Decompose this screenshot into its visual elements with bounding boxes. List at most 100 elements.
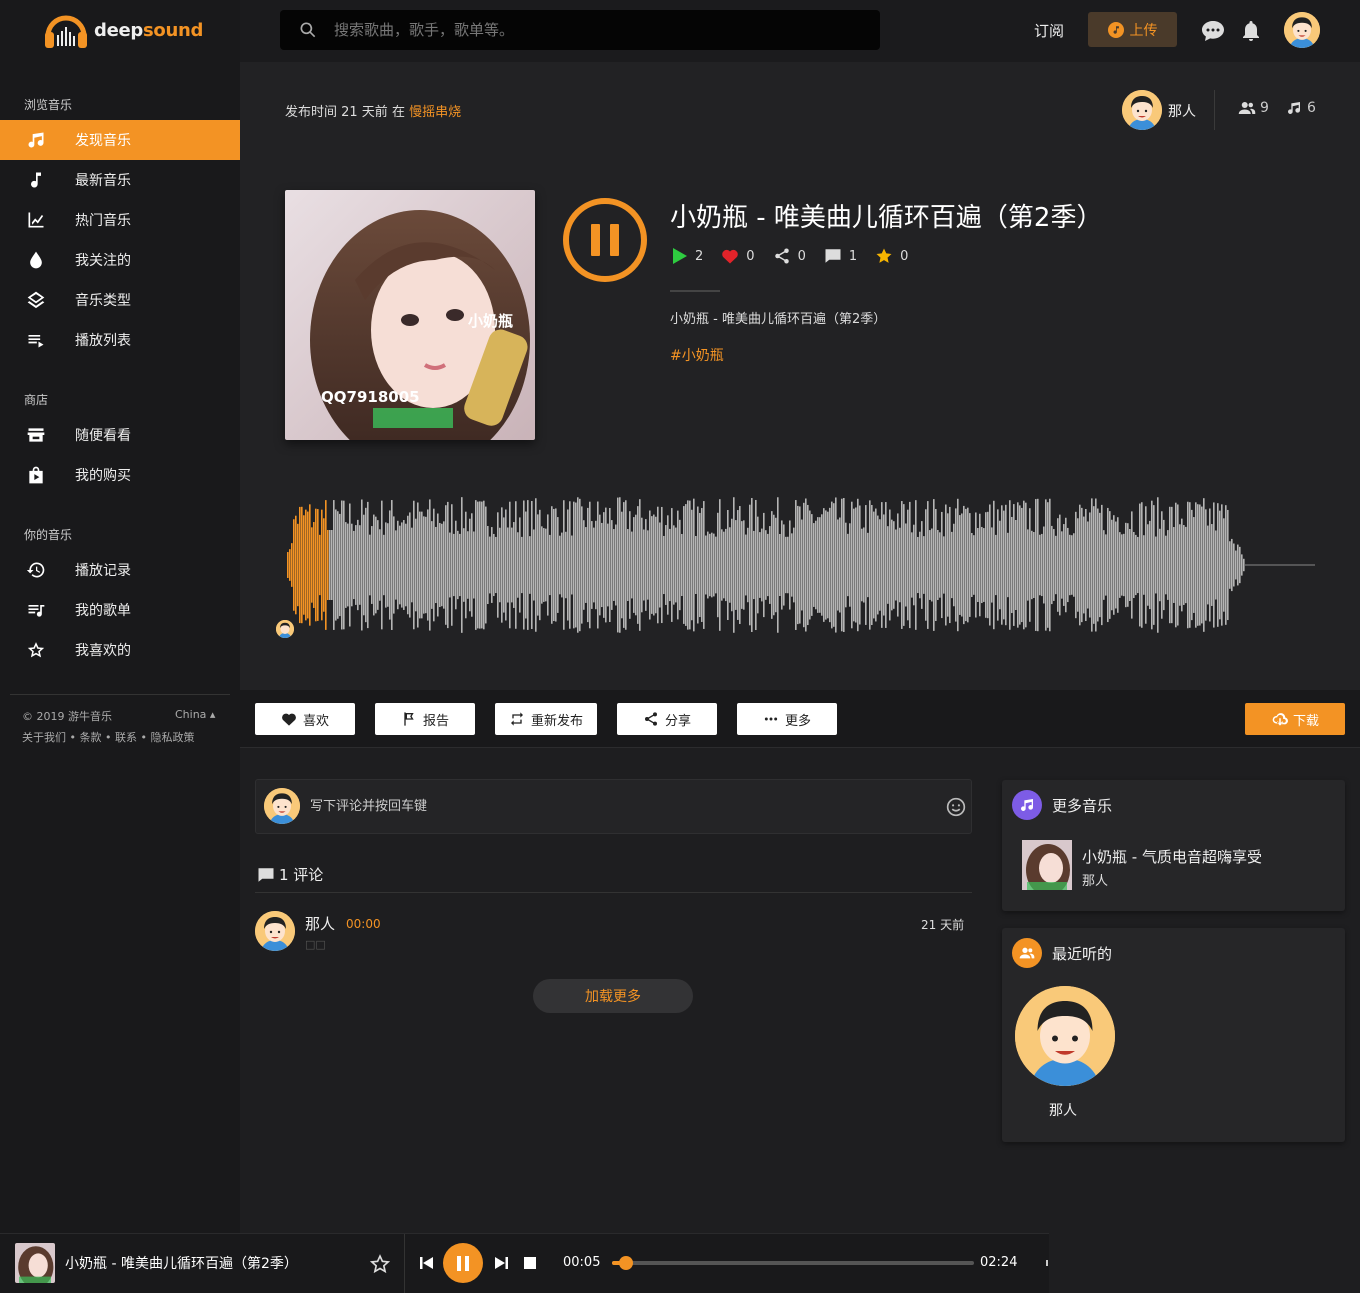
waveform-bar (1139, 503, 1141, 627)
waveform-bar (517, 532, 519, 598)
waveform-bar (1055, 535, 1057, 595)
upload-button[interactable]: 上传 (1088, 12, 1177, 47)
more-track-artist[interactable]: 那人 (1082, 870, 1108, 889)
waveform-bar (447, 501, 449, 629)
logo[interactable]: deepsound (44, 10, 203, 50)
owner-avatar[interactable] (1122, 90, 1162, 130)
subscribe-link[interactable]: 订阅 (1034, 20, 1064, 41)
waveform-bar (289, 549, 291, 581)
waveform-bar (461, 497, 463, 633)
more-button[interactable]: 更多 (737, 703, 837, 735)
waveform-bar (781, 520, 783, 610)
search-bar[interactable] (280, 10, 880, 50)
player-play-pause-button[interactable] (443, 1243, 483, 1283)
waveform-comment-avatar[interactable] (276, 620, 294, 638)
favorite-star-icon[interactable] (370, 1254, 390, 1274)
comment-timestamp[interactable]: 00:00 (346, 917, 381, 931)
waveform-bar (503, 517, 505, 613)
waveform-bar (1211, 524, 1213, 606)
waveform-bar (1091, 498, 1093, 632)
track-tag[interactable]: #小奶瓶 (670, 345, 724, 365)
drop-icon (24, 248, 48, 272)
sidebar-item-genres[interactable]: 音乐类型 (0, 280, 240, 320)
waveform-bar (703, 501, 705, 629)
waveform-bar (827, 511, 829, 619)
waveform-bar (771, 511, 773, 619)
sidebar-item-trending[interactable]: 热门音乐 (0, 200, 240, 240)
more-track-thumbnail[interactable] (1022, 840, 1072, 890)
sidebar-item-discover[interactable]: 发现音乐 (0, 120, 240, 160)
waveform-bar (1143, 535, 1145, 595)
load-more-button[interactable]: 加载更多 (533, 979, 693, 1013)
your-music-section-title: 你的音乐 (24, 528, 73, 542)
comment-input[interactable] (310, 794, 930, 818)
volume-handle[interactable] (1046, 1260, 1048, 1266)
report-button[interactable]: 报告 (375, 703, 475, 735)
waveform-bar (1093, 506, 1095, 624)
language-selector[interactable]: China ▴ (175, 708, 215, 721)
stop-icon[interactable] (524, 1257, 536, 1269)
more-track-title[interactable]: 小奶瓶 - 气质电音超嗨享受 (1082, 846, 1262, 867)
notifications-bell-icon[interactable] (1241, 19, 1261, 43)
like-button[interactable]: 喜欢 (255, 703, 355, 735)
next-track-icon[interactable] (494, 1256, 508, 1270)
messages-icon[interactable] (1201, 20, 1225, 42)
sidebar-item-favorites[interactable]: 我喜欢的 (0, 630, 240, 670)
favorites-stat[interactable]: 0 (875, 247, 908, 265)
footer-links[interactable]: 关于我们 • 条款 • 联系 • 隐私政策 (22, 729, 194, 745)
tracks-count[interactable]: 6 (1285, 100, 1316, 116)
waveform-bar (341, 500, 343, 630)
play-icon (673, 248, 687, 264)
player-thumbnail[interactable] (15, 1243, 55, 1283)
waveform-bar (697, 506, 699, 624)
waveform-bar (665, 525, 667, 605)
search-input[interactable] (334, 21, 854, 39)
emoji-icon[interactable] (946, 797, 966, 817)
share-button[interactable]: 分享 (617, 703, 717, 735)
previous-track-icon[interactable] (420, 1256, 434, 1270)
sidebar-item-label: 我喜欢的 (75, 643, 131, 659)
likes-stat[interactable]: 0 (721, 247, 755, 265)
download-button[interactable]: 下载 (1245, 703, 1345, 735)
comment-user-avatar (264, 788, 300, 824)
shares-stat[interactable]: 0 (773, 247, 806, 265)
progress-bar[interactable] (612, 1256, 974, 1270)
waveform-bar (321, 509, 323, 621)
waveform-bar (487, 525, 489, 605)
commenter-name[interactable]: 那人 (305, 913, 335, 934)
waveform[interactable] (285, 490, 1315, 640)
followers-count[interactable]: 9 (1238, 100, 1269, 116)
pause-icon (591, 224, 600, 256)
recent-listener-name[interactable]: 那人 (1049, 1100, 1077, 1120)
waveform-bar (1013, 504, 1015, 626)
waveform-bar (543, 528, 545, 602)
waveform-bar (1075, 511, 1077, 619)
waveform-bar (831, 501, 833, 629)
comments-stat[interactable]: 1 (824, 247, 857, 265)
recent-listener-avatar[interactable] (1015, 986, 1115, 1086)
sidebar-item-my-playlists[interactable]: 我的歌单 (0, 590, 240, 630)
waveform-bar (657, 506, 659, 624)
sidebar-item-playlists[interactable]: 播放列表 (0, 320, 240, 360)
user-avatar[interactable] (1284, 12, 1320, 48)
waveform-bar (561, 532, 563, 598)
sidebar-item-following[interactable]: 我关注的 (0, 240, 240, 280)
waveform-bar (347, 523, 349, 607)
owner-name[interactable]: 那人 (1168, 101, 1196, 121)
play-pause-button[interactable] (563, 198, 647, 282)
sidebar-item-purchases[interactable]: 我的购买 (0, 455, 240, 495)
waveform-bar (355, 525, 357, 605)
genre-link[interactable]: 慢摇串烧 (409, 105, 461, 120)
repost-button[interactable]: 重新发布 (495, 703, 597, 735)
waveform-bar (705, 535, 707, 595)
sidebar-item-history[interactable]: 播放记录 (0, 550, 240, 590)
player-track-title[interactable]: 小奶瓶 - 唯美曲儿循环百遍（第2季） (65, 1253, 298, 1273)
waveform-bar (613, 529, 615, 601)
sidebar-item-latest[interactable]: 最新音乐 (0, 160, 240, 200)
waveform-bar (1089, 512, 1091, 618)
waveform-bar (1147, 524, 1149, 606)
brand-name: deepsound (94, 19, 204, 41)
waveform-bar (389, 510, 391, 620)
commenter-avatar[interactable] (255, 911, 295, 951)
sidebar-item-browse-store[interactable]: 随便看看 (0, 415, 240, 455)
